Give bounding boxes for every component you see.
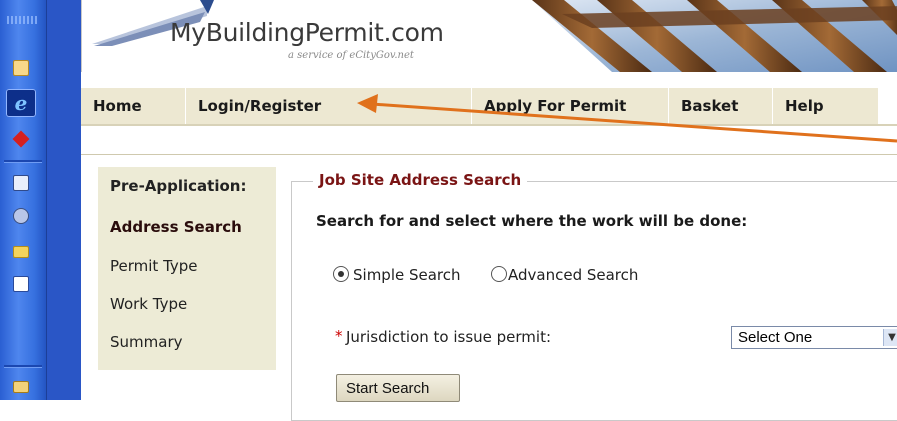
pergola-photo bbox=[502, 0, 897, 72]
tab-help[interactable]: Help bbox=[773, 88, 878, 124]
outlook-icon[interactable] bbox=[10, 57, 32, 79]
tab-basket[interactable]: Basket bbox=[669, 88, 772, 124]
nav-underline bbox=[81, 124, 897, 126]
tab-apply-for-permit-label: Apply For Permit bbox=[484, 97, 627, 115]
advanced-search-radio[interactable] bbox=[491, 266, 507, 282]
tab-home[interactable]: Home bbox=[81, 88, 185, 124]
quick-launch-toolbar: e bbox=[0, 0, 47, 400]
toolbar-grip[interactable] bbox=[7, 16, 39, 24]
start-search-button[interactable]: Start Search bbox=[336, 374, 460, 402]
tab-login-register[interactable]: Login/Register bbox=[186, 88, 471, 124]
advanced-search-label[interactable]: Advanced Search bbox=[508, 266, 638, 284]
pre-application-sidebar: Pre-Application: Address Search Permit T… bbox=[98, 167, 276, 370]
window-frame-left bbox=[47, 0, 81, 400]
network-icon[interactable] bbox=[10, 205, 32, 227]
fieldset-legend: Job Site Address Search bbox=[313, 171, 528, 189]
sidebar-step-work-type[interactable]: Work Type bbox=[110, 295, 187, 313]
simple-search-label[interactable]: Simple Search bbox=[353, 266, 461, 284]
tab-apply-for-permit[interactable]: Apply For Permit bbox=[472, 88, 668, 124]
required-asterisk: * bbox=[335, 327, 343, 345]
tab-help-label: Help bbox=[785, 97, 824, 115]
tab-home-label: Home bbox=[93, 97, 142, 115]
sidebar-step-address-search[interactable]: Address Search bbox=[110, 218, 242, 236]
search-instructions: Search for and select where the work wil… bbox=[316, 212, 748, 230]
tab-basket-label: Basket bbox=[681, 97, 739, 115]
red-diamond-app-icon[interactable] bbox=[10, 128, 32, 150]
simple-search-radio[interactable] bbox=[333, 266, 349, 282]
toolbar-separator bbox=[4, 365, 42, 368]
toolbar-separator bbox=[4, 160, 42, 163]
jurisdiction-label: Jurisdiction to issue permit: bbox=[346, 328, 552, 346]
site-header: MyBuildingPermit.com a service of eCityG… bbox=[81, 0, 897, 73]
sidebar-title: Pre-Application: bbox=[110, 177, 247, 195]
tab-login-register-label: Login/Register bbox=[198, 97, 322, 115]
mail-envelope-icon[interactable] bbox=[10, 376, 32, 398]
internet-explorer-icon[interactable]: e bbox=[6, 89, 36, 117]
book-icon[interactable] bbox=[10, 172, 32, 194]
sidebar-step-summary[interactable]: Summary bbox=[110, 333, 183, 351]
content-divider bbox=[81, 154, 897, 155]
word-icon[interactable] bbox=[10, 273, 32, 295]
jurisdiction-select[interactable]: Select One bbox=[731, 326, 897, 349]
sidebar-step-permit-type[interactable]: Permit Type bbox=[110, 257, 198, 275]
logo-tagline: a service of eCityGov.net bbox=[288, 50, 414, 61]
chevron-down-icon[interactable]: ▼ bbox=[883, 329, 897, 346]
site-logo[interactable]: MyBuildingPermit.com bbox=[170, 18, 444, 47]
folder-icon[interactable] bbox=[10, 241, 32, 263]
